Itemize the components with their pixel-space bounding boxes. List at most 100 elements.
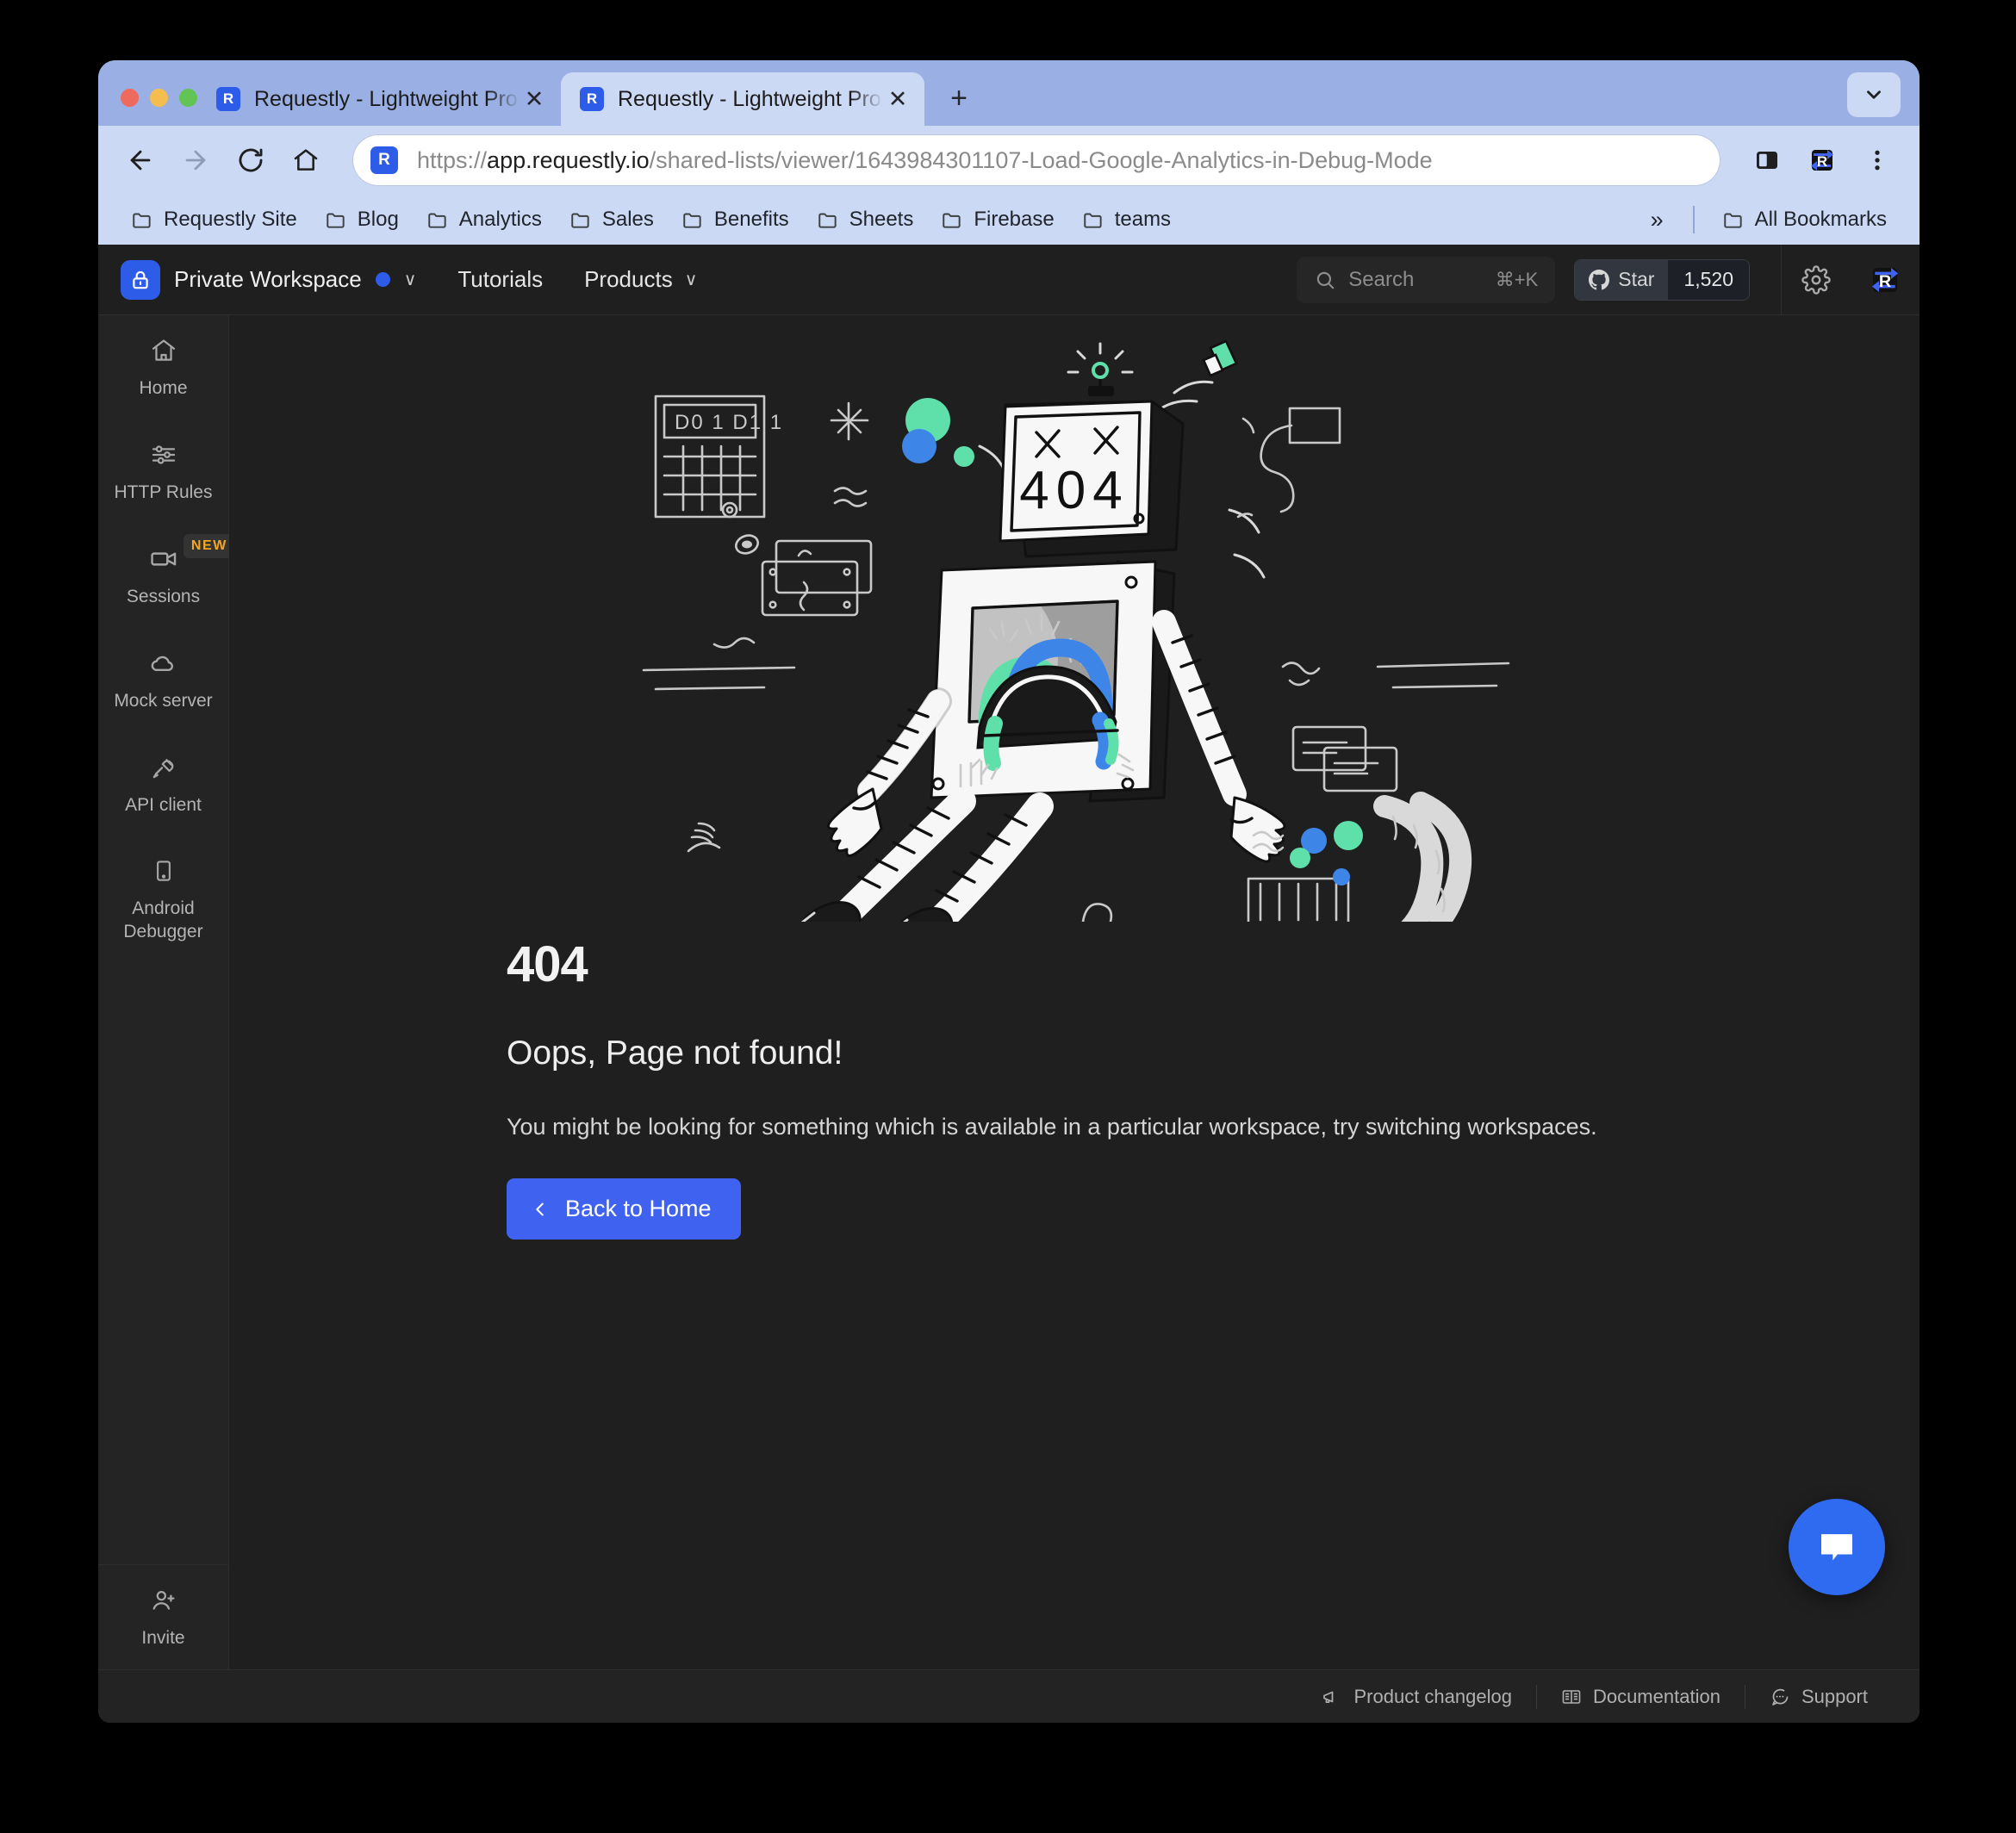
all-bookmarks-button[interactable]: All Bookmarks <box>1710 202 1899 237</box>
broken-robot-404-illustration: .ln{fill:none;stroke:#c9c9c9;stroke-widt… <box>642 339 1510 922</box>
nav-link-label: Tutorials <box>457 266 544 292</box>
sidebar-item-label: API client <box>125 794 202 815</box>
sidebar-item-mock-server[interactable]: Mock server <box>98 628 228 732</box>
bookmark-label: Requestly Site <box>164 208 297 231</box>
user-plus-icon <box>150 1586 177 1615</box>
requestly-icon: R <box>580 87 604 111</box>
svg-text:R: R <box>1879 272 1891 291</box>
bookmark-sales[interactable]: Sales <box>557 202 666 237</box>
forward-icon[interactable] <box>172 137 219 183</box>
minimize-window-button[interactable] <box>150 89 168 107</box>
back-to-home-label: Back to Home <box>565 1196 712 1221</box>
bookmark-label: teams <box>1114 208 1172 231</box>
search-placeholder: Search <box>1348 267 1415 291</box>
status-badge: NEW <box>183 533 235 558</box>
requestly-icon: R <box>370 146 398 174</box>
sidebar-item-api-client[interactable]: API client <box>98 732 228 836</box>
gear-icon[interactable] <box>1782 245 1851 314</box>
app-footer: Product changelog Documentation Support <box>98 1669 1920 1723</box>
nav-link-label: Products <box>584 266 673 292</box>
main-content: .ln{fill:none;stroke:#c9c9c9;stroke-widt… <box>229 315 1920 1669</box>
sidebar-item-invite[interactable]: Invite <box>98 1564 228 1669</box>
sidebar-item-http-rules[interactable]: HTTP Rules <box>98 419 228 524</box>
nav-link-products[interactable]: Products ∨ <box>584 266 697 293</box>
bookmark-requestly-site[interactable]: Requestly Site <box>119 202 309 237</box>
error-illustration: .ln{fill:none;stroke:#c9c9c9;stroke-widt… <box>229 315 1920 922</box>
close-window-button[interactable] <box>121 89 139 107</box>
close-icon[interactable]: ✕ <box>883 84 912 114</box>
maximize-window-button[interactable] <box>179 89 197 107</box>
browser-tab-strip: R Requestly - Lightweight Proxy ✕ R Requ… <box>98 60 1920 126</box>
chevron-down-icon[interactable] <box>1847 72 1901 117</box>
sidebar-item-android-debugger[interactable]: Android Debugger <box>98 836 228 963</box>
requestly-extension-icon[interactable]: R <box>1799 137 1845 183</box>
footer-link-label: Support <box>1801 1685 1868 1707</box>
sidebar-item-label: Sessions <box>126 586 201 606</box>
footer-link-product-changelog[interactable]: Product changelog <box>1297 1686 1535 1708</box>
back-to-home-button[interactable]: Back to Home <box>507 1178 741 1240</box>
bookmark-teams[interactable]: teams <box>1070 202 1183 237</box>
app-body: Home HTTP Rules NEW Sessions Mock server… <box>98 315 1920 1669</box>
new-tab-button[interactable]: + <box>936 76 981 121</box>
github-star-button[interactable]: Star 1,520 <box>1574 258 1750 301</box>
browser-toolbar: R https://app.requestly.io/shared-lists/… <box>98 126 1920 195</box>
footer-link-label: Product changelog <box>1353 1685 1512 1707</box>
footer-link-documentation[interactable]: Documentation <box>1537 1686 1745 1708</box>
requestly-logo-icon[interactable]: R <box>1851 245 1920 314</box>
error-title: Oops, Page not found! <box>507 1035 843 1072</box>
mobile-icon <box>151 856 177 885</box>
chat-bubble-icon <box>1821 1534 1852 1561</box>
sliders-icon <box>150 440 177 469</box>
app-sidebar: Home HTTP Rules NEW Sessions Mock server… <box>98 315 235 1669</box>
all-bookmarks-label: All Bookmarks <box>1754 208 1887 231</box>
bookmarks-overflow-button[interactable]: » <box>1637 207 1677 233</box>
bookmark-firebase[interactable]: Firebase <box>929 202 1066 237</box>
app-header-right: Search ⌘+K Star 1,520 R <box>1297 245 1920 314</box>
browser-tab-1[interactable]: R Requestly - Lightweight Proxy ✕ <box>197 72 561 126</box>
search-input[interactable]: Search ⌘+K <box>1297 256 1556 303</box>
home-icon[interactable] <box>283 137 329 183</box>
tab-title: Requestly - Lightweight Proxy <box>254 86 520 111</box>
nav-link-tutorials[interactable]: Tutorials <box>457 266 543 293</box>
reload-icon[interactable] <box>227 137 274 183</box>
kebab-menu-icon[interactable] <box>1854 137 1901 183</box>
bookmark-blog[interactable]: Blog <box>313 202 411 237</box>
sidebar-item-sessions[interactable]: NEW Sessions <box>98 524 235 628</box>
chevron-left-icon <box>531 1200 550 1219</box>
github-star-label: Star <box>1618 268 1655 290</box>
requestly-app: Private Workspace ∨ Tutorials Products ∨… <box>98 245 1920 1723</box>
close-icon[interactable]: ✕ <box>520 84 549 114</box>
sidebar-item-label: HTTP Rules <box>114 482 213 502</box>
window-traffic-lights <box>98 89 197 126</box>
bookmark-label: Analytics <box>458 208 542 231</box>
book-icon <box>1562 1689 1581 1704</box>
github-icon <box>1589 269 1610 289</box>
workspace-selector[interactable]: Private Workspace ∨ <box>121 259 417 300</box>
github-star-count: 1,520 <box>1668 259 1749 300</box>
folder-icon <box>1083 213 1102 228</box>
folder-icon <box>943 213 961 228</box>
chevron-down-icon[interactable]: ∨ <box>404 269 417 290</box>
svg-text:404: 404 <box>1019 461 1129 520</box>
folder-icon <box>571 213 589 228</box>
chat-dots-icon <box>1772 1688 1789 1706</box>
bookmark-analytics[interactable]: Analytics <box>414 202 554 237</box>
footer-link-support[interactable]: Support <box>1745 1686 1892 1708</box>
address-bar[interactable]: R https://app.requestly.io/shared-lists/… <box>353 135 1720 185</box>
search-shortcut-hint: ⌘+K <box>1495 268 1539 290</box>
browser-tab-2[interactable]: R Requestly - Lightweight Proxy ✕ <box>561 72 924 126</box>
bookmark-sheets[interactable]: Sheets <box>805 202 926 237</box>
sidebar-item-home[interactable]: Home <box>98 315 228 419</box>
bookmarks-bar: Requestly Site Blog Analytics Sales Bene… <box>98 195 1920 245</box>
bookmark-label: Benefits <box>713 208 789 231</box>
footer-link-label: Documentation <box>1592 1685 1720 1707</box>
support-chat-button[interactable] <box>1789 1499 1885 1595</box>
side-panel-icon[interactable] <box>1744 137 1790 183</box>
back-icon[interactable] <box>117 137 164 183</box>
megaphone-icon <box>1323 1691 1334 1703</box>
bookmark-benefits[interactable]: Benefits <box>669 202 801 237</box>
cloud-icon <box>149 649 178 678</box>
requestly-icon: R <box>216 87 240 111</box>
plug-icon <box>150 753 177 782</box>
browser-window: R Requestly - Lightweight Proxy ✕ R Requ… <box>98 60 1920 1723</box>
